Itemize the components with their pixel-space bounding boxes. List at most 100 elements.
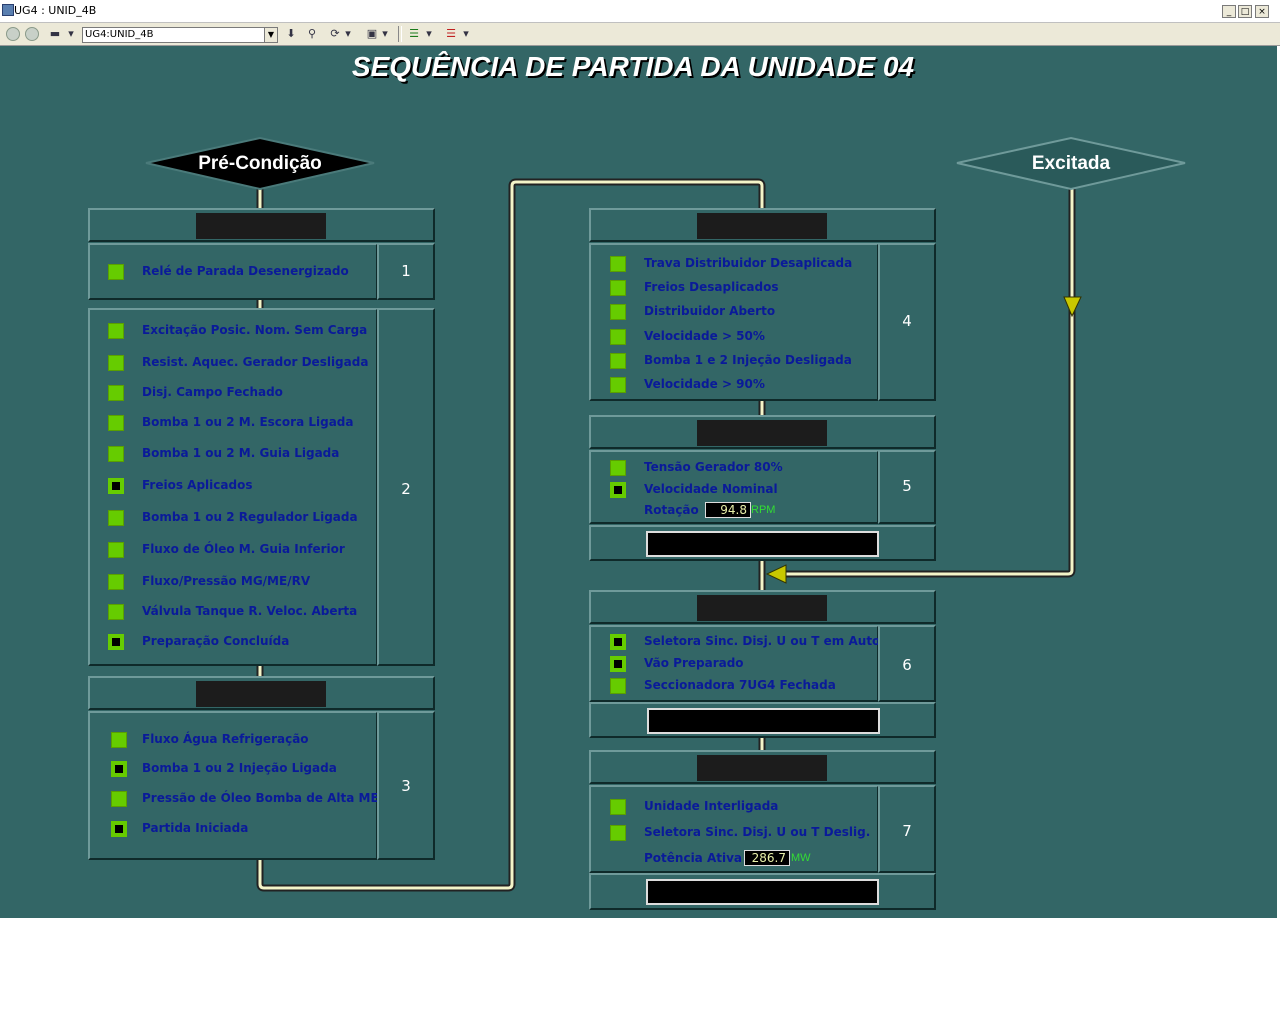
condition-label: Seletora Sinc. Disj. U ou T Deslig. [644, 825, 871, 839]
step-6-status-panel [589, 702, 936, 738]
status-indicator [108, 478, 124, 494]
condition-label: Bomba 1 ou 2 Regulador Ligada [142, 510, 358, 524]
step-1-header-bar [196, 213, 326, 239]
step-7-header-panel [589, 750, 936, 784]
window-title: UG4 : UNID_4B [14, 4, 97, 17]
condition-label: Válvula Tanque R. Veloc. Aberta [142, 604, 358, 618]
list-red-dropdown-icon[interactable]: ▾ [461, 27, 471, 41]
window-dropdown-icon[interactable]: ▾ [380, 27, 390, 41]
rotation-unit: RPM [751, 504, 776, 516]
status-indicator [610, 353, 626, 369]
list-green-dropdown-icon[interactable]: ▾ [424, 27, 434, 41]
window-titlebar: UG4 : UNID_4B _ □ × [0, 0, 1280, 23]
excited-label: Excitada [1032, 153, 1111, 174]
status-indicator [111, 821, 127, 837]
condition-label: Pressão de Óleo Bomba de Alta ME [142, 791, 379, 805]
address-dropdown-icon[interactable]: ▼ [264, 28, 277, 42]
flow-arrow-down-icon [1063, 296, 1082, 318]
step-number: 5 [902, 477, 912, 495]
condition-label: Relé de Parada Desenergizado [142, 264, 349, 278]
toolbar: ▬ ▾ UG4:UNID_4B ▼ ⬇ ⚲ ⟳ ▾ ▣ ▾ ☰ ▾ ☰ ▾ [0, 23, 1280, 46]
refresh-dropdown-icon[interactable]: ▾ [343, 27, 353, 41]
active-power-unit: MW [791, 852, 811, 864]
condition-label: Trava Distribuidor Desaplicada [644, 256, 853, 270]
condition-label: Unidade Interligada [644, 799, 779, 813]
app-icon [2, 4, 14, 16]
forward-icon[interactable] [25, 27, 39, 41]
condition-label: Excitação Posic. Nom. Sem Carga [142, 323, 368, 337]
step-5-status-panel [589, 525, 936, 561]
window-icon[interactable]: ▣ [364, 27, 380, 41]
maximize-button[interactable]: □ [1238, 5, 1252, 18]
status-indicator [111, 761, 127, 777]
step-2-panel: Excitação Posic. Nom. Sem Carga Resist. … [88, 308, 378, 666]
step-number: 1 [401, 262, 411, 280]
step-5-header-bar [697, 420, 827, 446]
status-indicator [610, 482, 626, 498]
list-red-icon[interactable]: ☰ [443, 27, 459, 41]
condition-label: Freios Aplicados [142, 478, 253, 492]
condition-label: Freios Desaplicados [644, 280, 779, 294]
status-indicator [108, 415, 124, 431]
condition-label: Tensão Gerador 80% [644, 460, 783, 474]
step-7-status-panel [589, 873, 936, 910]
list-green-icon[interactable]: ☰ [406, 27, 422, 41]
active-power-value: 286.7 [744, 850, 790, 866]
step-number: 4 [902, 312, 912, 330]
active-power-label: Potência Ativa [644, 851, 743, 865]
address-value: UG4:UNID_4B [85, 29, 154, 40]
status-indicator [108, 264, 124, 280]
step-3-number-panel: 3 [377, 711, 435, 860]
rotation-label: Rotação [644, 503, 699, 517]
step-number: 6 [902, 656, 912, 674]
status-indicator [111, 791, 127, 807]
navigate-dropdown-icon[interactable]: ▾ [66, 27, 76, 41]
step-2-number-panel: 2 [377, 308, 435, 666]
step-6-panel: Seletora Sinc. Disj. U ou T em Auto Vão … [589, 625, 880, 702]
precondition-diamond: Pré-Condição [145, 136, 375, 191]
step-1-number-panel: 1 [377, 243, 435, 300]
condition-label: Bomba 1 e 2 Injeção Desligada [644, 353, 852, 367]
status-indicator [610, 280, 626, 296]
condition-label: Velocidade > 50% [644, 329, 765, 343]
condition-label: Partida Iniciada [142, 821, 249, 835]
step-number: 2 [401, 480, 411, 498]
step-6-status-box [647, 708, 880, 734]
status-indicator [108, 634, 124, 650]
step-1-panel: Relé de Parada Desenergizado [88, 243, 378, 300]
link-icon[interactable]: ⚲ [304, 27, 320, 41]
step-5-number-panel: 5 [878, 450, 936, 524]
step-3-header-panel [88, 676, 435, 710]
condition-label: Resist. Aquec. Gerador Desligada [142, 355, 369, 369]
excited-diamond: Excitada [956, 136, 1186, 191]
condition-label: Fluxo/Pressão MG/ME/RV [142, 574, 311, 588]
download-icon[interactable]: ⬇ [283, 27, 299, 41]
status-indicator [610, 256, 626, 272]
step-4-panel: Trava Distribuidor Desaplicada Freios De… [589, 243, 879, 401]
navigate-icon[interactable]: ▬ [47, 27, 63, 41]
step-number: 7 [902, 822, 912, 840]
step-3-header-bar [196, 681, 326, 707]
back-icon[interactable] [6, 27, 20, 41]
step-7-panel: Unidade Interligada Seletora Sinc. Disj.… [589, 785, 879, 873]
precondition-label: Pré-Condição [198, 153, 322, 174]
status-indicator [610, 460, 626, 476]
condition-label: Bomba 1 ou 2 M. Escora Ligada [142, 415, 354, 429]
step-5-header-panel [589, 415, 936, 449]
address-field[interactable]: UG4:UNID_4B ▼ [82, 27, 278, 43]
flow-arrow-left-icon [765, 564, 787, 584]
status-indicator [108, 604, 124, 620]
close-button[interactable]: × [1255, 5, 1269, 18]
status-indicator [111, 732, 127, 748]
status-indicator [108, 542, 124, 558]
process-screen: SEQUÊNCIA DE PARTIDA DA UNIDADE 04 Pré-C… [0, 46, 1277, 918]
rotation-value: 94.8 [705, 502, 751, 518]
step-5-panel: Tensão Gerador 80% Velocidade Nominal Ro… [589, 450, 879, 524]
status-indicator [610, 678, 626, 694]
condition-label: Disj. Campo Fechado [142, 385, 283, 399]
condition-label: Seccionadora 7UG4 Fechada [644, 678, 836, 692]
status-indicator [108, 355, 124, 371]
minimize-button[interactable]: _ [1222, 5, 1236, 18]
step-1-header-panel [88, 208, 435, 242]
refresh-icon[interactable]: ⟳ [327, 27, 343, 41]
